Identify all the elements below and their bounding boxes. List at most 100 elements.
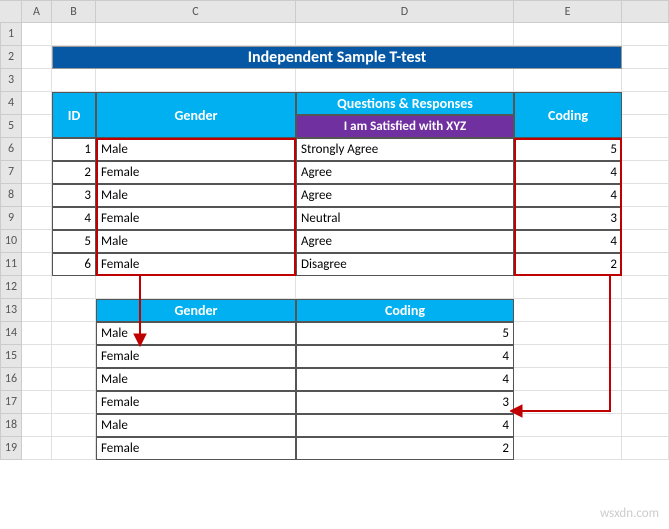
cell-A4[interactable] <box>22 92 52 115</box>
cell-E18[interactable] <box>514 414 622 437</box>
cell-F11[interactable] <box>622 253 669 276</box>
cell-E14[interactable] <box>514 322 622 345</box>
cell-F8[interactable] <box>622 184 669 207</box>
cell-E12[interactable] <box>514 276 622 299</box>
cell-C11[interactable]: Female <box>96 253 296 276</box>
cell-F16[interactable] <box>622 368 669 391</box>
cell-E6[interactable]: 5 <box>514 138 622 161</box>
cell-F5[interactable] <box>622 115 669 138</box>
cell-B9[interactable]: 4 <box>52 207 96 230</box>
cell-E15[interactable] <box>514 345 622 368</box>
cell-D12[interactable] <box>296 276 514 299</box>
cell-E16[interactable] <box>514 368 622 391</box>
cell-D16[interactable]: 4 <box>296 368 514 391</box>
row-header-18[interactable]: 18 <box>0 414 22 437</box>
row-header-14[interactable]: 14 <box>0 322 22 345</box>
row-header-4[interactable]: 4 <box>0 92 22 115</box>
cell-A9[interactable] <box>22 207 52 230</box>
cell-B15[interactable] <box>52 345 96 368</box>
row-header-16[interactable]: 16 <box>0 368 22 391</box>
cell-C19[interactable]: Female <box>96 437 296 460</box>
cell-F4[interactable] <box>622 92 669 115</box>
cell-D7[interactable]: Agree <box>296 161 514 184</box>
cell-D8[interactable]: Agree <box>296 184 514 207</box>
title-cell[interactable]: Independent Sample T-test <box>52 46 622 69</box>
cell-F7[interactable] <box>622 161 669 184</box>
col-header-B[interactable]: B <box>52 0 96 23</box>
cell-B19[interactable] <box>52 437 96 460</box>
row-header-7[interactable]: 7 <box>0 161 22 184</box>
col-header-D[interactable]: D <box>296 0 514 23</box>
cell-B13[interactable] <box>52 299 96 322</box>
cell-A7[interactable] <box>22 161 52 184</box>
col-header-blank[interactable] <box>622 0 669 23</box>
cell-E3[interactable] <box>514 69 622 92</box>
cell-D6[interactable]: Strongly Agree <box>296 138 514 161</box>
cell-C16[interactable]: Male <box>96 368 296 391</box>
cell-E17[interactable] <box>514 391 622 414</box>
cell-B7[interactable]: 2 <box>52 161 96 184</box>
cell-A16[interactable] <box>22 368 52 391</box>
cell-D10[interactable]: Agree <box>296 230 514 253</box>
cell-A13[interactable] <box>22 299 52 322</box>
cell-A8[interactable] <box>22 184 52 207</box>
cell-A19[interactable] <box>22 437 52 460</box>
cell-B10[interactable]: 5 <box>52 230 96 253</box>
cell-C17[interactable]: Female <box>96 391 296 414</box>
header-satisfied[interactable]: I am Satisfied with XYZ <box>296 115 514 138</box>
row-header-15[interactable]: 15 <box>0 345 22 368</box>
cell-F13[interactable] <box>622 299 669 322</box>
cell-A3[interactable] <box>22 69 52 92</box>
cell-F12[interactable] <box>622 276 669 299</box>
cell-D14[interactable]: 5 <box>296 322 514 345</box>
cell-E8[interactable]: 4 <box>514 184 622 207</box>
cell-C6[interactable]: Male <box>96 138 296 161</box>
cell-D11[interactable]: Disagree <box>296 253 514 276</box>
header-id[interactable]: ID <box>52 92 96 138</box>
cell-E7[interactable]: 4 <box>514 161 622 184</box>
cell-A17[interactable] <box>22 391 52 414</box>
cell-F10[interactable] <box>622 230 669 253</box>
cell-F9[interactable] <box>622 207 669 230</box>
col-header-E[interactable]: E <box>514 0 622 23</box>
cell-E9[interactable]: 3 <box>514 207 622 230</box>
cell-B16[interactable] <box>52 368 96 391</box>
cell-A18[interactable] <box>22 414 52 437</box>
col-header-A[interactable]: A <box>22 0 52 23</box>
row-header-13[interactable]: 13 <box>0 299 22 322</box>
cell-C12[interactable] <box>96 276 296 299</box>
row-header-6[interactable]: 6 <box>0 138 22 161</box>
cell-F19[interactable] <box>622 437 669 460</box>
cell-F18[interactable] <box>622 414 669 437</box>
cell-A11[interactable] <box>22 253 52 276</box>
cell-C3[interactable] <box>96 69 296 92</box>
cell-F17[interactable] <box>622 391 669 414</box>
cell-B14[interactable] <box>52 322 96 345</box>
cell-C8[interactable]: Male <box>96 184 296 207</box>
cell-A5[interactable] <box>22 115 52 138</box>
cell-D15[interactable]: 4 <box>296 345 514 368</box>
header2-gender[interactable]: Gender <box>96 299 296 322</box>
cell-F15[interactable] <box>622 345 669 368</box>
cell-F14[interactable] <box>622 322 669 345</box>
cell-E11[interactable]: 2 <box>514 253 622 276</box>
row-header-10[interactable]: 10 <box>0 230 22 253</box>
row-header-8[interactable]: 8 <box>0 184 22 207</box>
header-gender[interactable]: Gender <box>96 92 296 138</box>
cell-A2[interactable] <box>22 46 52 69</box>
cell-D9[interactable]: Neutral <box>296 207 514 230</box>
row-header-2[interactable]: 2 <box>0 46 22 69</box>
cell-D19[interactable]: 2 <box>296 437 514 460</box>
cell-C9[interactable]: Female <box>96 207 296 230</box>
cell-E13[interactable] <box>514 299 622 322</box>
cell-C1[interactable] <box>96 23 296 46</box>
cell-E19[interactable] <box>514 437 622 460</box>
cell-A1[interactable] <box>22 23 52 46</box>
row-header-3[interactable]: 3 <box>0 69 22 92</box>
cell-D18[interactable]: 4 <box>296 414 514 437</box>
cell-E1[interactable] <box>514 23 622 46</box>
cell-E10[interactable]: 4 <box>514 230 622 253</box>
cell-A6[interactable] <box>22 138 52 161</box>
header-questions[interactable]: Questions & Responses <box>296 92 514 115</box>
row-header-5[interactable]: 5 <box>0 115 22 138</box>
